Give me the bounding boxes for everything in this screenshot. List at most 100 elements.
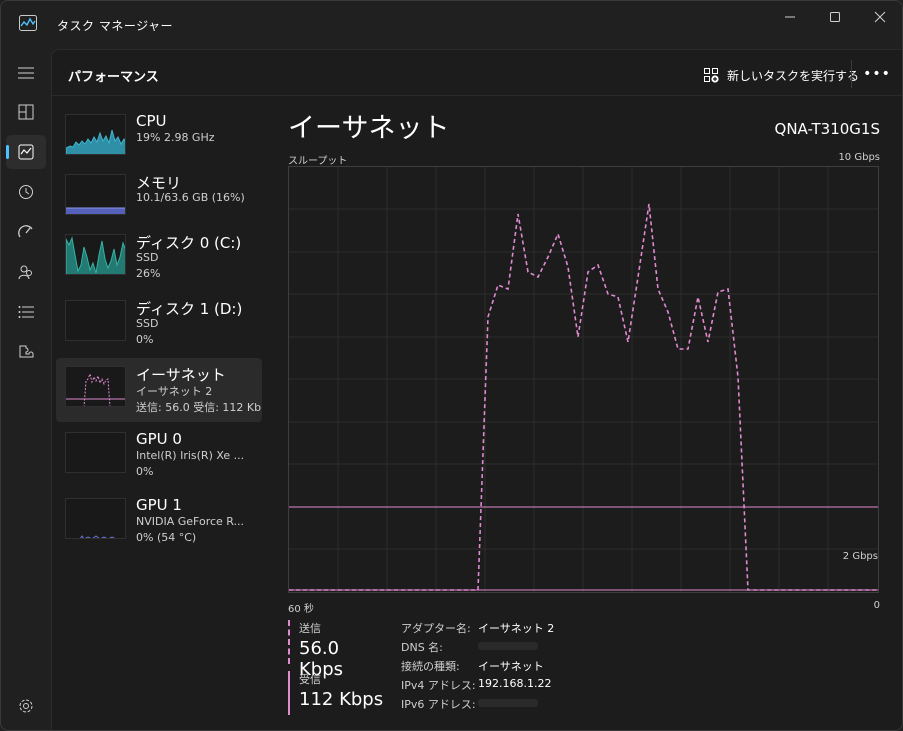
run-task-icon	[704, 67, 719, 83]
processes-icon	[18, 104, 34, 120]
send-label: 送信	[299, 622, 321, 635]
prop-ipv6: IPv6 アドレス:	[401, 696, 701, 712]
prop-dns-name: DNS 名:	[401, 639, 701, 655]
prop-key: アダプター名:	[401, 622, 471, 635]
disk0-thumbnail-graph	[65, 234, 126, 275]
nav-startup-apps[interactable]	[6, 215, 46, 249]
nav-menu-button[interactable]	[6, 56, 46, 90]
task-manager-window: タスク マネージャー パフォーマンス 新しいタスクを実行する ••• CPU 1…	[0, 0, 903, 731]
prop-value: イーサネット 2	[478, 622, 555, 635]
prop-key: 接続の種類:	[401, 660, 460, 673]
device-usage: 0%	[136, 465, 154, 478]
chart-label: スループット	[288, 156, 348, 167]
device-disk-0[interactable]: ディスク 0 (C:) SSD 26%	[56, 226, 262, 290]
nav-users[interactable]	[6, 255, 46, 289]
users-icon	[18, 265, 32, 280]
device-list: CPU 19% 2.98 GHz メモリ 10.1/63.6 GB (16%)	[56, 106, 262, 566]
send-stat: 送信 56.0 Kbps	[288, 620, 388, 680]
page-title: パフォーマンス	[68, 70, 159, 85]
device-ethernet[interactable]: イーサネット イーサネット 2 送信: 56.0 受信: 112 Kbps	[56, 358, 262, 422]
nav-settings[interactable]	[6, 689, 46, 723]
device-usage: 0%	[136, 333, 154, 346]
close-button[interactable]	[857, 1, 902, 33]
details-icon	[18, 306, 34, 318]
nav-details[interactable]	[6, 295, 46, 329]
performance-page: パフォーマンス 新しいタスクを実行する ••• CPU 19% 2.98 GHz…	[51, 49, 902, 730]
receive-label: 受信	[299, 673, 321, 686]
device-cpu[interactable]: CPU 19% 2.98 GHz	[56, 106, 262, 170]
app-history-icon	[19, 185, 33, 199]
device-detail: Intel(R) Iris(R) Xe ...	[136, 449, 245, 462]
chart-x-start-label: 60 秒	[288, 604, 314, 615]
device-usage: 0% (54 °C)	[136, 531, 197, 544]
cpu-thumbnail-graph	[65, 114, 126, 155]
device-detail: SSD	[136, 251, 159, 264]
hamburger-icon	[18, 67, 34, 79]
prop-adapter-name: アダプター名: イーサネット 2	[401, 620, 701, 636]
prop-value: 192.168.1.22	[478, 677, 552, 690]
device-name: ディスク 0 (C:)	[136, 234, 242, 252]
prop-key: IPv6 アドレス:	[401, 698, 476, 711]
header-divider	[851, 60, 852, 88]
device-name: GPU 0	[136, 430, 182, 448]
prop-ipv4: IPv4 アドレス: 192.168.1.22	[401, 677, 701, 693]
ethernet-thumbnail-graph	[65, 366, 126, 407]
device-name: イーサネット	[136, 366, 226, 384]
performance-icon	[18, 144, 34, 160]
detail-title: イーサネット	[288, 113, 450, 144]
minimize-icon	[785, 16, 795, 18]
chart-max-label: 10 Gbps	[838, 152, 880, 163]
disk1-thumbnail-graph	[65, 300, 126, 341]
device-name: CPU	[136, 112, 167, 130]
run-new-task-button[interactable]: 新しいタスクを実行する	[704, 64, 859, 86]
nav-performance[interactable]	[6, 135, 46, 169]
ethernet-detail-panel: イーサネット QNA-T310G1S スループット 10 Gbps 2 Gbps…	[288, 106, 888, 726]
nav-services[interactable]	[6, 335, 46, 369]
task-manager-app-icon	[19, 15, 37, 31]
minimize-button[interactable]	[767, 1, 813, 33]
receive-value: 112 Kbps	[299, 689, 384, 710]
window-title: タスク マネージャー	[57, 19, 173, 33]
device-memory[interactable]: メモリ 10.1/63.6 GB (16%)	[56, 166, 262, 230]
device-detail: NVIDIA GeForce R...	[136, 515, 245, 528]
run-task-label: 新しいタスクを実行する	[727, 68, 860, 83]
device-detail: 19% 2.98 GHz	[136, 131, 215, 144]
maximize-button[interactable]	[812, 1, 858, 33]
startup-apps-icon	[18, 225, 33, 238]
device-name: ディスク 1 (D:)	[136, 300, 243, 318]
navigation-rail	[1, 49, 51, 730]
nav-app-history[interactable]	[6, 175, 46, 209]
device-detail: イーサネット 2	[136, 385, 213, 398]
chart-x-end-label: 0	[873, 600, 880, 611]
adapter-model: QNA-T310G1S	[774, 120, 880, 138]
prop-value-redacted	[478, 639, 538, 652]
memory-thumbnail-graph	[65, 174, 126, 215]
nav-processes[interactable]	[6, 95, 46, 129]
page-header: パフォーマンス 新しいタスクを実行する •••	[52, 50, 902, 96]
device-disk-1[interactable]: ディスク 1 (D:) SSD 0%	[56, 292, 262, 356]
maximize-icon	[830, 12, 840, 22]
settings-icon	[19, 699, 33, 713]
services-icon	[19, 345, 34, 358]
close-icon	[874, 11, 886, 23]
prop-key: DNS 名:	[401, 641, 443, 654]
device-usage: 26%	[136, 267, 161, 280]
more-options-button[interactable]: •••	[863, 62, 891, 86]
device-detail: SSD	[136, 317, 159, 330]
device-gpu-1[interactable]: GPU 1 NVIDIA GeForce R... 0% (54 °C)	[56, 490, 262, 554]
throughput-chart	[288, 166, 879, 593]
prop-value: イーサネット	[478, 660, 544, 673]
gpu0-thumbnail-graph	[65, 432, 126, 473]
prop-value-redacted	[478, 696, 538, 709]
device-name: メモリ	[136, 174, 182, 192]
receive-stat: 受信 112 Kbps	[288, 671, 388, 715]
device-name: GPU 1	[136, 496, 182, 514]
gpu1-thumbnail-graph	[65, 498, 126, 539]
prop-key: IPv4 アドレス:	[401, 679, 476, 692]
title-bar: タスク マネージャー	[1, 1, 902, 49]
more-icon: •••	[863, 66, 891, 82]
prop-connection-type: 接続の種類: イーサネット	[401, 658, 701, 674]
device-usage: 送信: 56.0 受信: 112 Kbps	[136, 401, 262, 414]
chart-mid-label: 2 Gbps	[842, 551, 878, 562]
device-gpu-0[interactable]: GPU 0 Intel(R) Iris(R) Xe ... 0%	[56, 424, 262, 488]
